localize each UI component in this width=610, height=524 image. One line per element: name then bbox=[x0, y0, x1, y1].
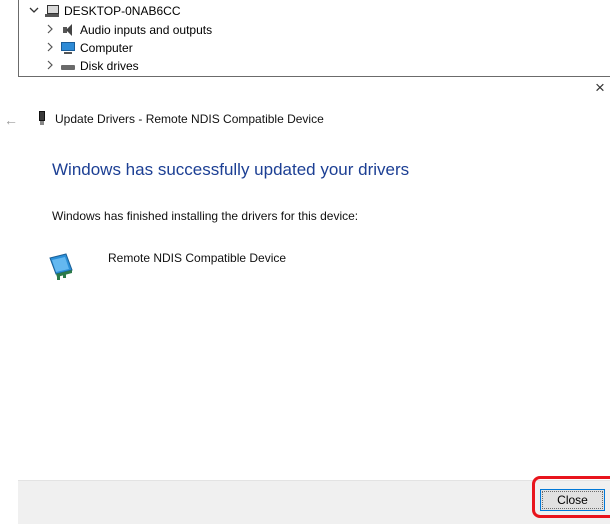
tree-root-desktop[interactable]: DESKTOP-0NAB6CC bbox=[27, 2, 180, 20]
device-manager-tree: DESKTOP-0NAB6CC Audio inputs and outputs… bbox=[18, 0, 610, 77]
tree-item-disk-drives[interactable]: Disk drives bbox=[43, 57, 139, 75]
chevron-right-icon[interactable] bbox=[43, 42, 57, 55]
monitor-icon bbox=[61, 41, 75, 55]
chevron-right-icon[interactable] bbox=[43, 60, 57, 73]
computer-network-icon bbox=[45, 4, 59, 18]
network-adapter-icon bbox=[48, 252, 74, 282]
tree-root-label: DESKTOP-0NAB6CC bbox=[64, 4, 181, 18]
device-name: Remote NDIS Compatible Device bbox=[108, 251, 287, 265]
tree-item-audio[interactable]: Audio inputs and outputs bbox=[43, 21, 212, 39]
install-description: Windows has finished installing the driv… bbox=[52, 209, 359, 223]
close-icon[interactable]: × bbox=[590, 78, 610, 98]
chevron-right-icon[interactable] bbox=[43, 24, 57, 37]
success-heading: Windows has successfully updated your dr… bbox=[52, 160, 410, 179]
speaker-icon bbox=[61, 23, 75, 37]
usb-device-icon bbox=[38, 111, 46, 125]
tree-item-label: Computer bbox=[80, 41, 133, 55]
chevron-down-icon[interactable] bbox=[27, 5, 41, 18]
dialog-title: Update Drivers - Remote NDIS Compatible … bbox=[55, 112, 324, 126]
back-arrow-icon[interactable]: ← bbox=[3, 112, 19, 128]
tree-item-label: Audio inputs and outputs bbox=[80, 23, 213, 37]
tree-item-label: Disk drives bbox=[80, 59, 139, 73]
close-button[interactable]: Close bbox=[540, 489, 605, 511]
tree-item-computer[interactable]: Computer bbox=[43, 39, 133, 57]
disk-drive-icon bbox=[61, 59, 75, 73]
dialog-footer bbox=[18, 480, 610, 524]
